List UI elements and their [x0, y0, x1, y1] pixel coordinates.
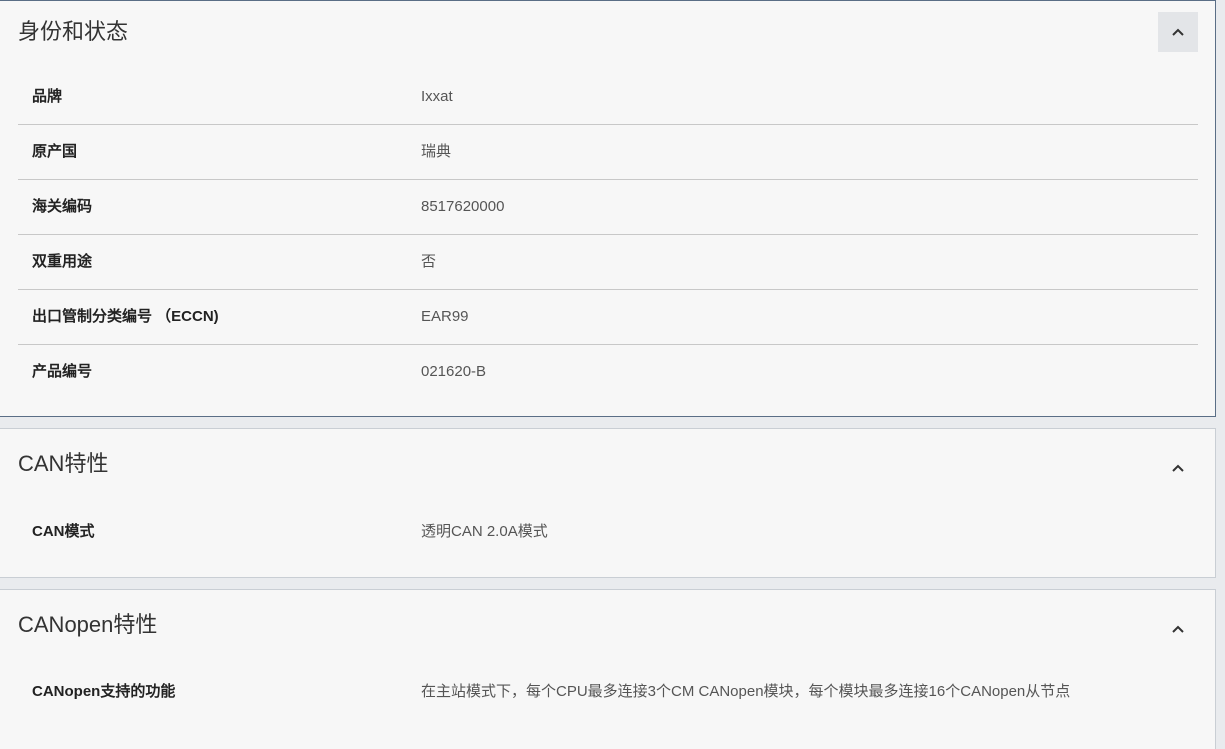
spec-row: 产品编号 021620-B: [18, 345, 1198, 399]
spec-label: 海关编码: [32, 198, 93, 215]
collapse-button[interactable]: [1158, 609, 1198, 649]
section-identity-status: 身份和状态 品牌 Ixxat 原产国 瑞典 海关编码 8517620000 双重…: [0, 0, 1216, 417]
spec-table: 品牌 Ixxat 原产国 瑞典 海关编码 8517620000 双重用途 否 出…: [18, 70, 1198, 399]
spec-value: 透明CAN 2.0A模式: [421, 523, 548, 540]
section-title: CAN特性: [18, 451, 109, 476]
spec-row: CANopen支持的功能 在主站模式下，每个CPU最多连接3个CM CANope…: [18, 665, 1198, 719]
spec-table: CANopen支持的功能 在主站模式下，每个CPU最多连接3个CM CANope…: [18, 665, 1198, 719]
spec-label: 品牌: [32, 88, 63, 105]
spec-value: 021620-B: [421, 363, 487, 380]
spec-value: 瑞典: [421, 143, 452, 160]
spec-row: CAN模式 透明CAN 2.0A模式: [18, 505, 1198, 559]
spec-row: 出口管制分类编号 （ECCN) EAR99: [18, 290, 1198, 345]
spec-label: CAN模式: [32, 523, 95, 540]
collapse-button[interactable]: [1158, 12, 1198, 52]
spec-row: 品牌 Ixxat: [18, 70, 1198, 125]
section-can-features: CAN特性 CAN模式 透明CAN 2.0A模式: [0, 428, 1216, 578]
spec-label: 原产国: [32, 143, 78, 160]
collapse-button[interactable]: [1158, 448, 1198, 488]
spec-value: 否: [421, 253, 437, 270]
spec-value: 在主站模式下，每个CPU最多连接3个CM CANopen模块，每个模块最多连接1…: [421, 683, 1071, 700]
spec-value: Ixxat: [421, 88, 453, 105]
spec-row: 双重用途 否: [18, 235, 1198, 290]
spec-label: 产品编号: [32, 363, 93, 380]
section-canopen-features: CANopen特性 CANopen支持的功能 在主站模式下，每个CPU最多连接3…: [0, 589, 1216, 749]
chevron-up-icon: [1172, 625, 1184, 633]
spec-value: EAR99: [421, 308, 469, 325]
spec-row: 海关编码 8517620000: [18, 180, 1198, 235]
chevron-up-icon: [1172, 464, 1184, 472]
section-title: 身份和状态: [18, 19, 129, 44]
spec-value: 8517620000: [421, 198, 505, 215]
chevron-up-icon: [1172, 28, 1184, 36]
spec-label: 出口管制分类编号 （ECCN): [32, 308, 219, 325]
section-title: CANopen特性: [18, 612, 158, 637]
spec-row: 原产国 瑞典: [18, 125, 1198, 180]
spec-label: CANopen支持的功能: [32, 683, 176, 700]
spec-table: CAN模式 透明CAN 2.0A模式: [18, 505, 1198, 559]
spec-label: 双重用途: [32, 253, 93, 270]
